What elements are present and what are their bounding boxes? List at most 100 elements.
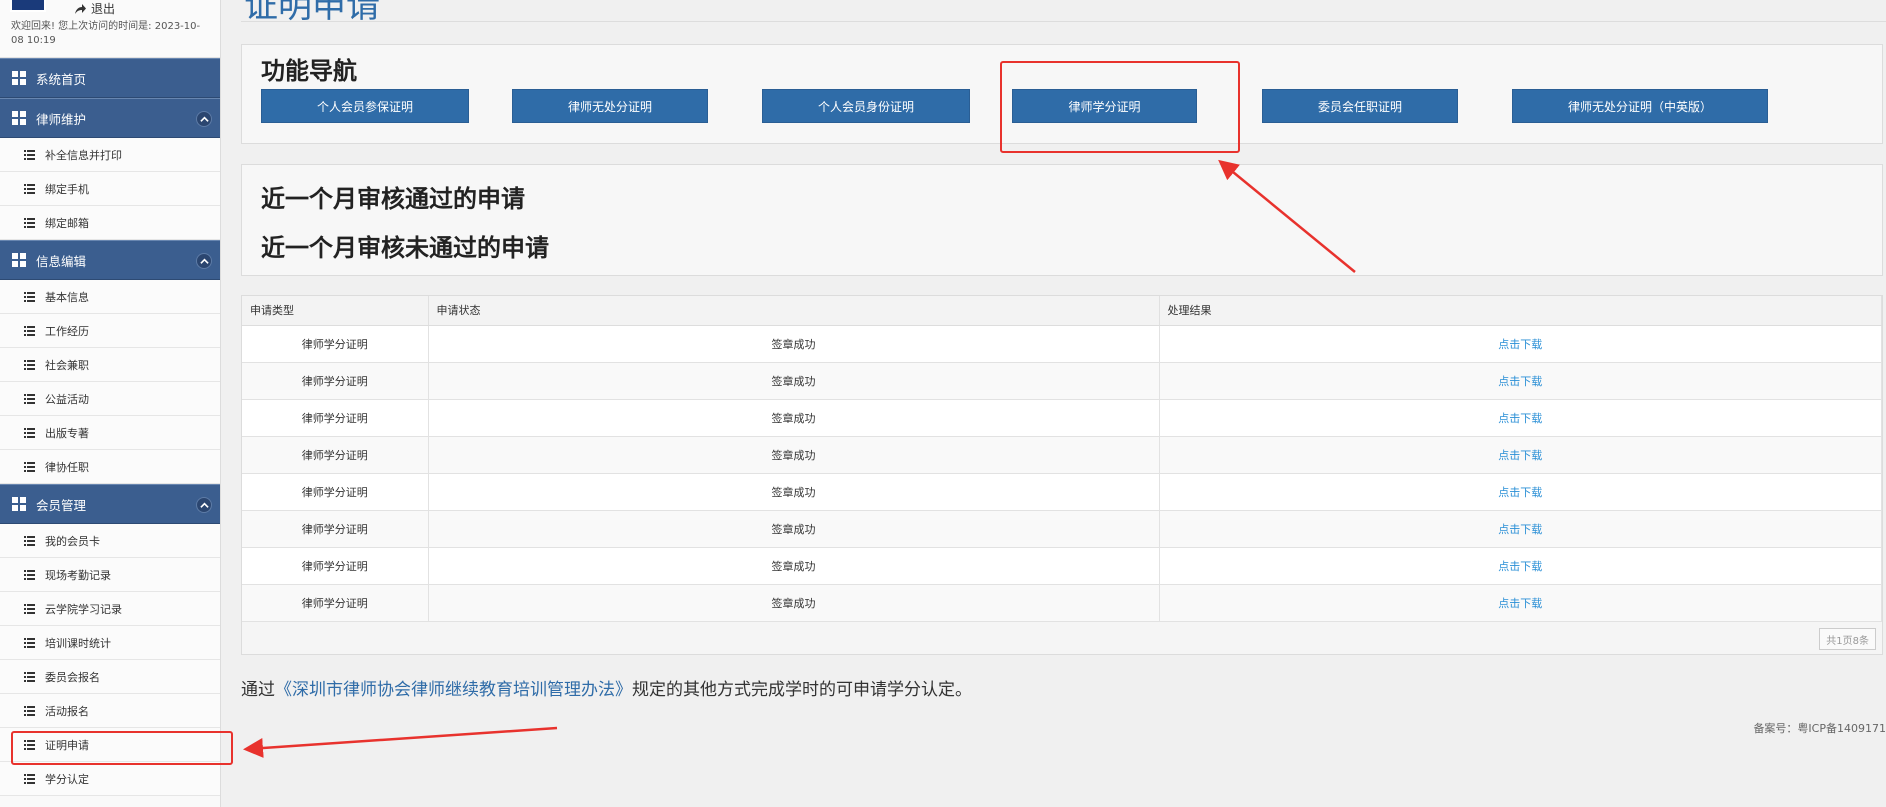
table-row: 律师学分证明 签章成功 点击下载 <box>242 362 1882 400</box>
table-body: 律师学分证明 签章成功 点击下载 律师学分证明 签章成功 点击下载 律师学分证明 签章成功 点击… <box>242 325 1882 622</box>
sidebar-item-committee-signup[interactable]: 委员会报名 <box>0 660 220 694</box>
sidebar-item-association-positions[interactable]: 律协任职 <box>0 450 220 484</box>
download-link[interactable]: 点击下载 <box>1498 560 1542 573</box>
sidebar-item-label: 律协任职 <box>45 460 89 474</box>
sidebar-item-complete-info[interactable]: 补全信息并打印 <box>0 138 220 172</box>
download-link[interactable]: 点击下载 <box>1498 412 1542 425</box>
cell-type: 律师学分证明 <box>242 473 429 511</box>
sidebar-item-cloud-learning[interactable]: 云学院学习记录 <box>0 592 220 626</box>
share-arrow-icon <box>75 3 86 14</box>
sidebar-item-training-hours[interactable]: 培训课时统计 <box>0 626 220 660</box>
avatar <box>10 0 46 12</box>
sidebar-item-bind-email[interactable]: 绑定邮箱 <box>0 206 220 240</box>
cell-result: 点击下载 <box>1159 399 1882 437</box>
table-row: 律师学分证明 签章成功 点击下载 <box>242 473 1882 511</box>
recent-approved-heading: 近一个月审核通过的申请 <box>261 185 525 213</box>
grid-icon <box>12 253 26 267</box>
sidebar-item-member-card[interactable]: 我的会员卡 <box>0 524 220 558</box>
main-content: 证明申请 功能导航 个人会员参保证明 律师无处分证明 个人会员身份证明 律师学分… <box>241 0 1886 807</box>
list-icon <box>24 637 35 648</box>
sidebar-item-social-roles[interactable]: 社会兼职 <box>0 348 220 382</box>
notice-suffix: 规定的其他方式完成学时的可申请学分认定。 <box>632 680 972 700</box>
sidebar-item-label: 基本信息 <box>45 290 89 304</box>
sidebar-item-credit-recognition[interactable]: 学分认定 <box>0 762 220 796</box>
sidebar-group-member-management[interactable]: 会员管理 <box>0 484 220 524</box>
sidebar-item-certificate-apply[interactable]: 证明申请 <box>0 728 220 762</box>
cell-type: 律师学分证明 <box>242 399 429 437</box>
sidebar-item-label: 培训课时统计 <box>45 636 111 650</box>
chevron-up-icon[interactable] <box>196 497 212 513</box>
download-link[interactable]: 点击下载 <box>1498 338 1542 351</box>
logout-link[interactable]: 退出 <box>74 0 115 17</box>
sidebar-group-lawyer-maintenance[interactable]: 律师维护 <box>0 98 220 138</box>
sidebar-item-attendance[interactable]: 现场考勤记录 <box>0 558 220 592</box>
sidebar-item-label: 现场考勤记录 <box>45 568 111 582</box>
cell-status: 签章成功 <box>428 584 1160 622</box>
cell-type: 律师学分证明 <box>242 584 429 622</box>
list-icon <box>24 291 35 302</box>
icp-record: 备案号：粤ICP备1409171 <box>1753 722 1886 735</box>
sidebar-item-public-welfare[interactable]: 公益活动 <box>0 382 220 416</box>
column-header-type: 申请类型 <box>242 296 429 326</box>
cell-status: 签章成功 <box>428 325 1160 363</box>
list-icon <box>24 739 35 750</box>
chevron-up-icon[interactable] <box>196 253 212 269</box>
list-icon <box>24 461 35 472</box>
list-icon <box>24 773 35 784</box>
cell-status: 签章成功 <box>428 473 1160 511</box>
insurance-certificate-button[interactable]: 个人会员参保证明 <box>261 89 469 123</box>
sidebar-item-work-history[interactable]: 工作经历 <box>0 314 220 348</box>
cell-status: 签章成功 <box>428 362 1160 400</box>
sidebar-item-activity-signup[interactable]: 活动报名 <box>0 694 220 728</box>
sidebar-group-label: 信息编辑 <box>36 253 87 269</box>
sidebar-group-label: 律师维护 <box>36 111 87 127</box>
table-row: 律师学分证明 签章成功 点击下载 <box>242 436 1882 474</box>
sidebar-item-label: 云学院学习记录 <box>45 602 122 616</box>
sidebar-item-label: 绑定邮箱 <box>45 216 89 230</box>
pagination-info: 共1页8条 <box>1819 628 1876 650</box>
sidebar-item-basic-info[interactable]: 基本信息 <box>0 280 220 314</box>
identity-certificate-button[interactable]: 个人会员身份证明 <box>762 89 970 123</box>
grid-icon <box>12 71 26 85</box>
download-link[interactable]: 点击下载 <box>1498 523 1542 536</box>
committee-position-certificate-button[interactable]: 委员会任职证明 <box>1262 89 1458 123</box>
list-icon <box>24 535 35 546</box>
download-link[interactable]: 点击下载 <box>1498 486 1542 499</box>
cell-type: 律师学分证明 <box>242 436 429 474</box>
cell-type: 律师学分证明 <box>242 325 429 363</box>
no-discipline-bilingual-certificate-button[interactable]: 律师无处分证明（中英版） <box>1512 89 1768 123</box>
list-icon <box>24 359 35 370</box>
list-icon <box>24 217 35 228</box>
chevron-up-icon[interactable] <box>196 111 212 127</box>
download-link[interactable]: 点击下载 <box>1498 375 1542 388</box>
table-row: 律师学分证明 签章成功 点击下载 <box>242 547 1882 585</box>
recent-rejected-heading: 近一个月审核未通过的申请 <box>261 234 549 262</box>
credit-certificate-button[interactable]: 律师学分证明 <box>1012 89 1197 123</box>
cell-type: 律师学分证明 <box>242 547 429 585</box>
download-link[interactable]: 点击下载 <box>1498 449 1542 462</box>
cell-status: 签章成功 <box>428 399 1160 437</box>
cell-type: 律师学分证明 <box>242 510 429 548</box>
sidebar-item-bind-phone[interactable]: 绑定手机 <box>0 172 220 206</box>
list-icon <box>24 705 35 716</box>
no-discipline-certificate-button[interactable]: 律师无处分证明 <box>512 89 708 123</box>
list-icon <box>24 183 35 194</box>
cell-result: 点击下载 <box>1159 473 1882 511</box>
cell-result: 点击下载 <box>1159 436 1882 474</box>
cell-result: 点击下载 <box>1159 325 1882 363</box>
sidebar-item-publications[interactable]: 出版专著 <box>0 416 220 450</box>
download-link[interactable]: 点击下载 <box>1498 597 1542 610</box>
column-header-status: 申请状态 <box>428 296 1160 326</box>
regulation-link[interactable]: 《深圳市律师协会律师继续教育培训管理办法》 <box>275 680 632 700</box>
sidebar-item-label: 我的会员卡 <box>45 534 100 548</box>
sidebar-item-label: 工作经历 <box>45 324 89 338</box>
page-title: 证明申请 <box>244 0 380 26</box>
sidebar-group-info-edit[interactable]: 信息编辑 <box>0 240 220 280</box>
list-icon <box>24 569 35 580</box>
sidebar-item-home[interactable]: 系统首页 <box>0 58 220 98</box>
cell-status: 签章成功 <box>428 510 1160 548</box>
sidebar-item-label: 系统首页 <box>36 71 87 87</box>
table-row: 律师学分证明 签章成功 点击下载 <box>242 325 1882 363</box>
table-row: 律师学分证明 签章成功 点击下载 <box>242 584 1882 622</box>
user-box: 退出 欢迎回来! 您上次访问的时间是: 2023-10-08 10:19 <box>0 0 220 58</box>
